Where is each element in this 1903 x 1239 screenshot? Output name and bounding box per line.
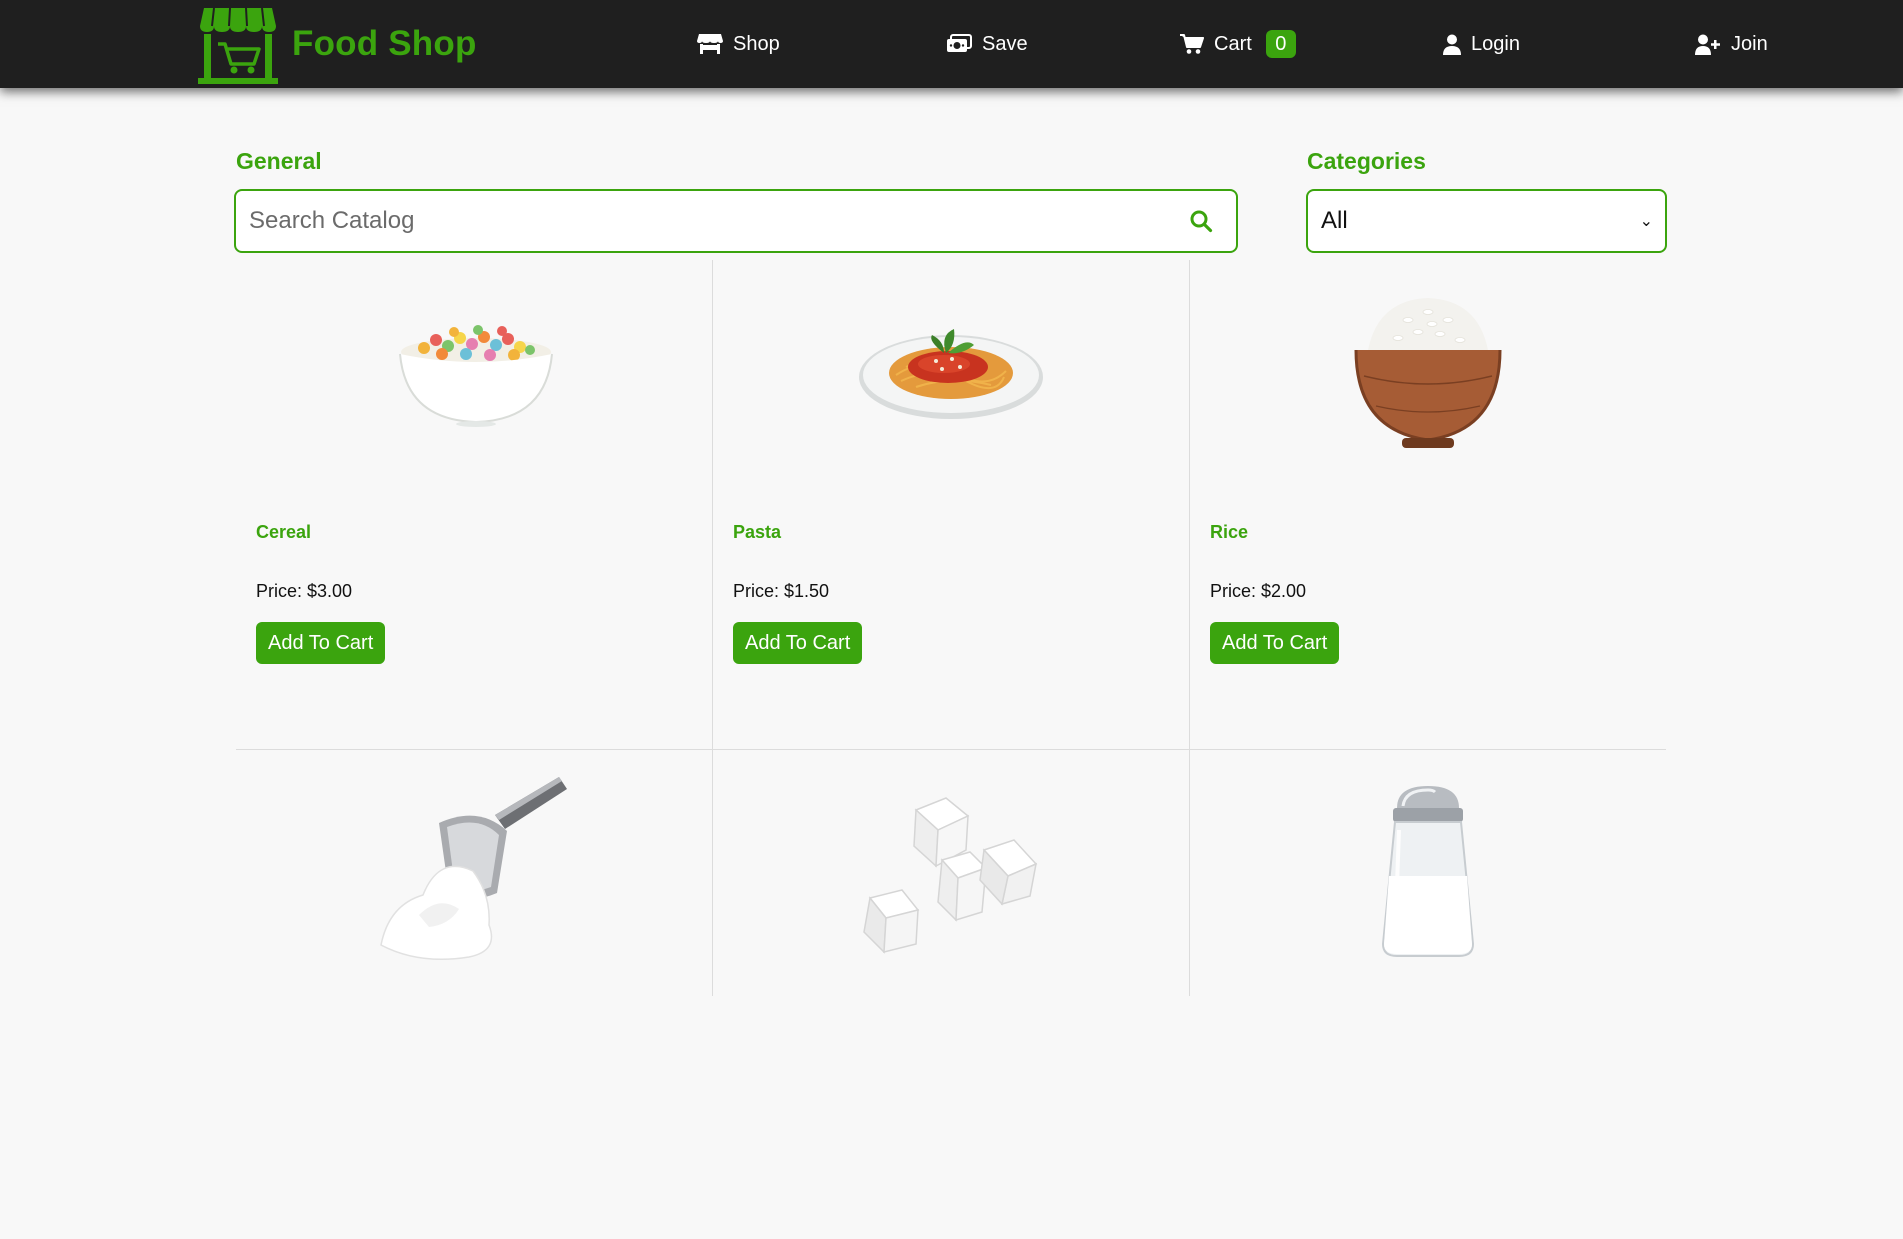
- product-price: Price: $2.00: [1210, 581, 1307, 601]
- brand-home-link[interactable]: Food Shop: [198, 4, 477, 84]
- general-label: General: [236, 148, 322, 174]
- nav-login-label: Login: [1471, 32, 1520, 55]
- product-name: Cereal: [256, 522, 312, 542]
- search-box: [234, 189, 1238, 253]
- user-plus-icon: [1695, 34, 1720, 55]
- product-card: Cereal Price: $3.00 Add To Cart: [236, 260, 712, 749]
- flour-scoop-image: [380, 777, 567, 961]
- add-to-cart-button[interactable]: Add To Cart: [256, 622, 386, 664]
- nav-cart[interactable]: Cart 0: [1180, 0, 1296, 88]
- product-name: Pasta: [733, 522, 782, 542]
- product-price: Price: $1.50: [733, 581, 830, 601]
- search-input[interactable]: [236, 191, 1166, 251]
- user-icon: [1443, 34, 1461, 55]
- nav-shop-label: Shop: [733, 32, 780, 55]
- nav-join[interactable]: Join: [1695, 0, 1768, 88]
- product-name: Rice: [1210, 522, 1249, 542]
- product-grid: Cereal Price: $3.00 Add To Cart Pasta Pr…: [236, 260, 1666, 996]
- product-card: [713, 750, 1189, 1239]
- product-card: Rice Price: $2.00 Add To Cart: [1190, 260, 1666, 749]
- add-to-cart-button[interactable]: Add To Cart: [733, 622, 863, 664]
- store-icon: [697, 34, 723, 54]
- nav-join-label: Join: [1731, 32, 1768, 55]
- salt-shaker-image: [1381, 786, 1475, 957]
- sugar-cubes-image: [863, 797, 1038, 954]
- nav-save-label: Save: [982, 32, 1028, 55]
- spaghetti-plate-image: [859, 329, 1043, 419]
- category-select[interactable]: All ⌄: [1306, 189, 1667, 253]
- top-navbar: Food Shop Shop Save Cart 0 Login Join: [0, 0, 1903, 88]
- search-icon: [1190, 210, 1213, 233]
- nav-shop[interactable]: Shop: [697, 0, 780, 88]
- cart-count-badge: 0: [1265, 30, 1296, 58]
- money-icon: [947, 34, 972, 52]
- nav-save[interactable]: Save: [946, 0, 1028, 88]
- nav-login[interactable]: Login: [1443, 0, 1520, 88]
- nav-cart-label: Cart: [1214, 32, 1252, 55]
- rice-bowl-image: [1354, 298, 1502, 448]
- cart-icon: [1180, 34, 1204, 54]
- product-card: Pasta Price: $1.50 Add To Cart: [713, 260, 1189, 749]
- product-price: Price: $3.00: [256, 581, 353, 601]
- product-card: [236, 750, 712, 1239]
- product-card: [1190, 750, 1666, 1239]
- store-cart-icon: [198, 7, 278, 84]
- chevron-down-icon: ⌄: [1639, 213, 1653, 230]
- add-to-cart-button[interactable]: Add To Cart: [1210, 622, 1340, 664]
- search-button[interactable]: [1166, 191, 1236, 251]
- cereal-bowl-image: [399, 325, 553, 427]
- category-selected-value: All: [1321, 207, 1348, 234]
- categories-label: Categories: [1307, 148, 1426, 174]
- brand-name: Food Shop: [292, 24, 477, 63]
